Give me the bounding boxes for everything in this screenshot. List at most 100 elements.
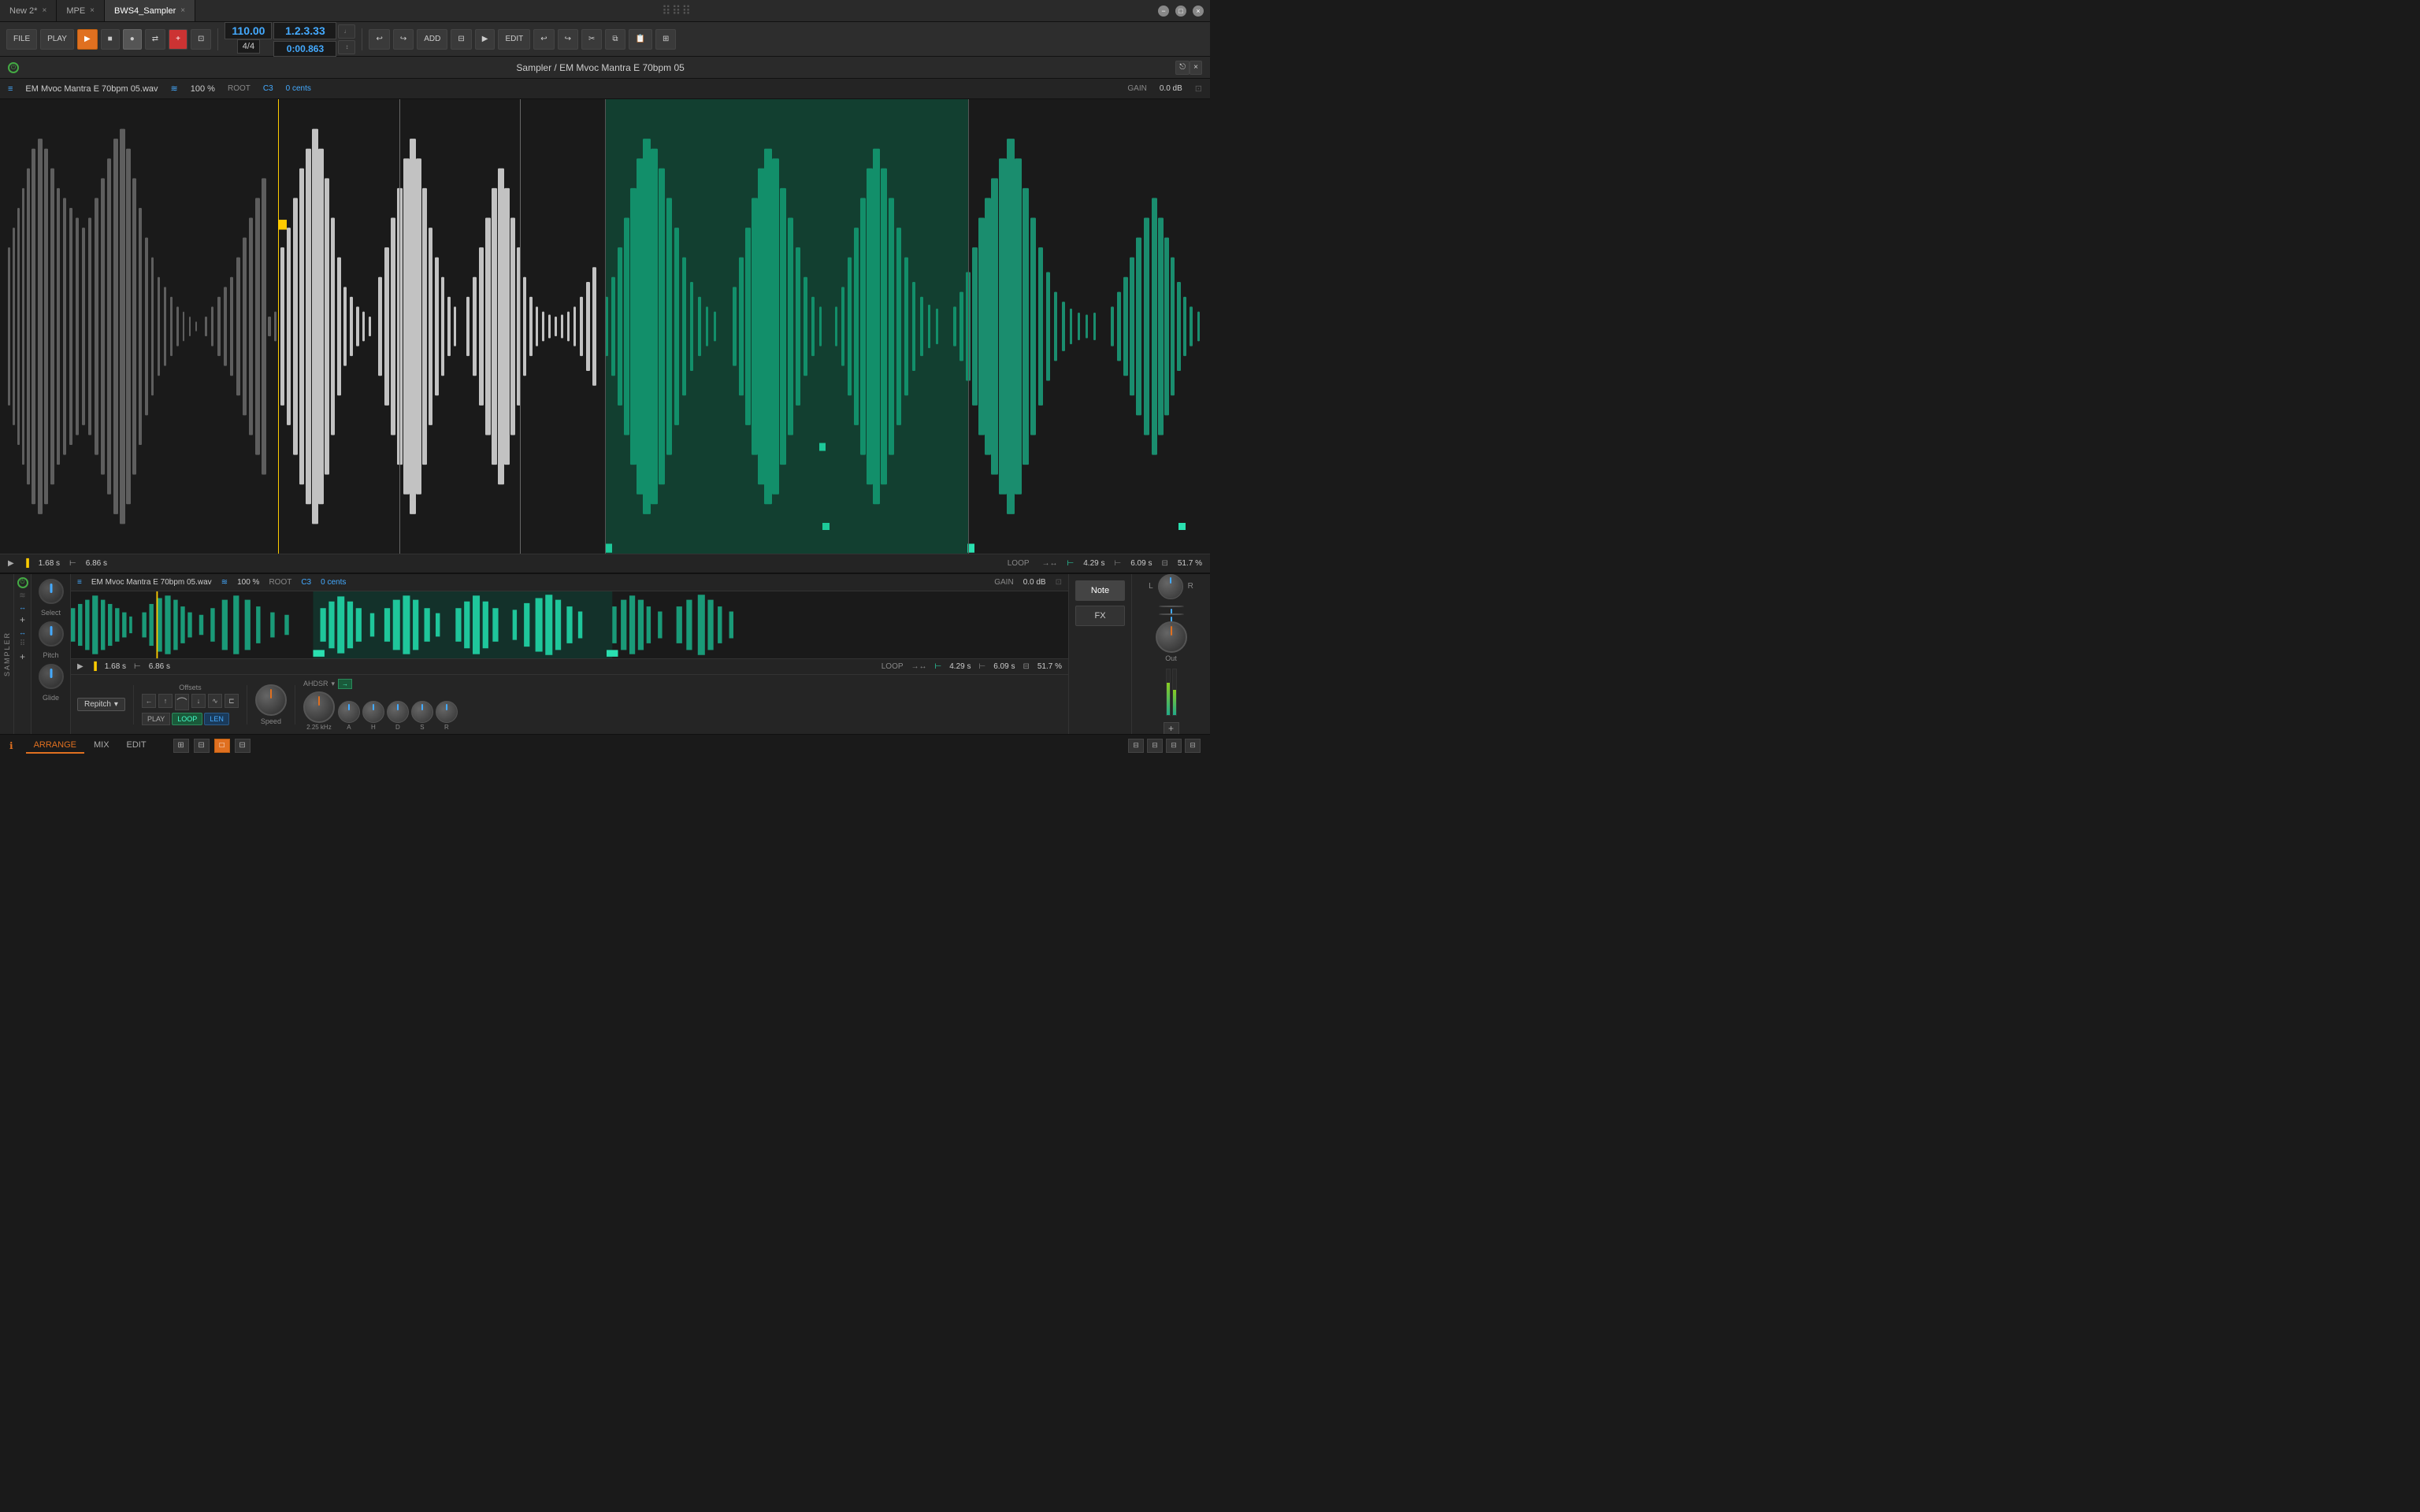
device-view-btn[interactable]: □ <box>214 739 230 753</box>
loop-marker-end[interactable] <box>1178 523 1186 530</box>
copy-button[interactable]: ⧉ <box>605 29 625 50</box>
mini-gain-val[interactable]: 0.0 dB <box>1023 578 1046 587</box>
mini-play-icon[interactable]: ▶ <box>77 662 84 671</box>
close-button[interactable]: × <box>1193 6 1204 17</box>
metronome-button[interactable]: ♩ <box>338 24 355 39</box>
ahdsr-arrow: ▾ <box>331 680 335 688</box>
note-fx-panel: Note FX <box>1068 574 1131 734</box>
plus-icon-2[interactable]: + <box>20 651 25 662</box>
s-knob[interactable] <box>411 701 433 723</box>
a-knob[interactable] <box>338 701 360 723</box>
add-device-button[interactable]: + <box>1164 722 1179 735</box>
file-button[interactable]: FILE <box>6 29 37 50</box>
offset-wave-btn[interactable]: ∿ <box>208 694 222 708</box>
play-icon[interactable]: ▶ <box>8 559 14 568</box>
play-mode-btn[interactable]: PLAY <box>142 713 170 725</box>
mini-root-val[interactable]: C3 <box>301 578 311 587</box>
tab-mpe-close[interactable]: × <box>90 6 95 15</box>
repitch-arrow: ▾ <box>114 700 118 709</box>
transport-extras: ♩ ↕ <box>338 22 355 57</box>
glide-knob[interactable] <box>39 664 64 689</box>
loop-mode-btn[interactable]: LOOP <box>172 713 202 725</box>
note-button[interactable]: Note <box>1075 580 1125 601</box>
add-button[interactable]: ADD <box>417 29 447 50</box>
fx-button[interactable]: FX <box>1075 606 1125 626</box>
r-knob[interactable] <box>436 701 458 723</box>
offset-curve-btn[interactable]: ⌒ <box>175 694 189 710</box>
out-knob[interactable] <box>1156 621 1187 653</box>
len-mode-btn[interactable]: LEN <box>204 713 229 725</box>
play2-button[interactable]: ▶ <box>475 29 496 50</box>
sync-button[interactable]: ↕ <box>338 40 355 54</box>
root-value[interactable]: C3 <box>263 84 273 93</box>
pan-knob[interactable] <box>1158 574 1183 599</box>
ahdsr-active-btn[interactable]: → <box>338 679 352 689</box>
sampler-detach-button[interactable]: ⎋ <box>1175 61 1190 75</box>
minimize-button[interactable]: − <box>1158 6 1169 17</box>
cut-button[interactable]: ✂ <box>581 29 602 50</box>
tab-new2-close[interactable]: × <box>42 6 46 15</box>
playback-marker[interactable] <box>278 99 279 554</box>
plus-icon[interactable]: + <box>20 614 25 625</box>
question-knob[interactable] <box>1159 606 1184 607</box>
status-btn-2[interactable]: ⊟ <box>1147 739 1163 753</box>
pitch-knob[interactable] <box>39 621 64 647</box>
time-display[interactable]: 0:00.863 <box>273 41 336 57</box>
edit-button[interactable]: EDIT <box>498 29 530 50</box>
offset-up-btn[interactable]: ↑ <box>158 694 173 708</box>
tab-new2[interactable]: New 2* × <box>0 0 57 21</box>
status-btn-4[interactable]: ⊟ <box>1185 739 1201 753</box>
mini-resize-icon[interactable]: ⊡ <box>1056 578 1062 587</box>
freq-knob[interactable] <box>303 691 335 723</box>
maximize-button[interactable]: □ <box>1175 6 1186 17</box>
offset-left-btn[interactable]: ← <box>142 694 156 708</box>
file-icon: ≡ <box>8 84 13 94</box>
arrange-tab[interactable]: ARRANGE <box>26 738 84 754</box>
loop-region[interactable] <box>605 99 968 554</box>
main-waveform-area[interactable] <box>0 99 1210 554</box>
position-display[interactable]: 1.2.3.33 <box>273 22 336 39</box>
tune-value[interactable]: 0 cents <box>286 84 311 93</box>
tab-bws4[interactable]: BWS4_Sampler × <box>105 0 195 21</box>
undo-button[interactable]: ↩ <box>369 29 389 50</box>
mix-tab[interactable]: MIX <box>86 738 117 754</box>
tab-mpe[interactable]: MPE × <box>57 0 105 21</box>
link-view-btn[interactable]: ⊟ <box>194 739 210 753</box>
mixer-view-button[interactable]: ⊟ <box>451 29 471 50</box>
status-btn-3[interactable]: ⊟ <box>1166 739 1182 753</box>
redo2-button[interactable]: ↪ <box>558 29 578 50</box>
edit-tab[interactable]: EDIT <box>119 738 154 754</box>
mini-waveform-container[interactable] <box>71 591 1068 659</box>
sampler-close-button[interactable]: × <box>1190 61 1202 75</box>
d-knob[interactable] <box>387 701 409 723</box>
h-knob[interactable] <box>362 701 384 723</box>
play-stop-button[interactable]: PLAY <box>40 29 74 50</box>
graph-view-btn[interactable]: ⊞ <box>173 739 189 753</box>
select-knob[interactable] <box>39 579 64 604</box>
bpm-display[interactable]: 110.00 <box>225 22 272 39</box>
play-button[interactable]: ▶ <box>77 29 98 50</box>
repitch-dropdown[interactable]: Repitch ▾ <box>77 698 125 711</box>
gain-value[interactable]: 0.0 dB <box>1160 84 1182 93</box>
offset-down-btn[interactable]: ↓ <box>191 694 206 708</box>
click-button[interactable]: ⊡ <box>191 29 211 50</box>
loop-toggle-button[interactable]: ⇄ <box>145 29 165 50</box>
redo-button[interactable]: ↪ <box>393 29 414 50</box>
status-btn-1[interactable]: ⊟ <box>1128 739 1144 753</box>
piano-view-btn[interactable]: ⊟ <box>235 739 251 753</box>
time-sig-display[interactable]: 4/4 <box>237 39 260 54</box>
resize-icon[interactable]: ⊡ <box>1195 83 1202 94</box>
speed-knob[interactable] <box>255 684 287 716</box>
undo2-button[interactable]: ↩ <box>533 29 554 50</box>
mini-tune-val[interactable]: 0 cents <box>321 578 346 587</box>
paste2-button[interactable]: ⊞ <box>655 29 676 50</box>
speaker-knob[interactable] <box>1159 613 1184 615</box>
tab-bws4-close[interactable]: × <box>180 6 185 15</box>
offset-step-btn[interactable]: ⊏ <box>225 694 239 708</box>
sampler-power-icon[interactable]: ⏻ <box>8 62 19 73</box>
stop-button[interactable]: ■ <box>101 29 120 50</box>
overdub-button[interactable]: + <box>169 29 187 50</box>
paste-button[interactable]: 📋 <box>629 29 652 50</box>
power-icon-small[interactable]: ⏻ <box>17 577 28 588</box>
record-button[interactable]: ● <box>123 29 142 50</box>
